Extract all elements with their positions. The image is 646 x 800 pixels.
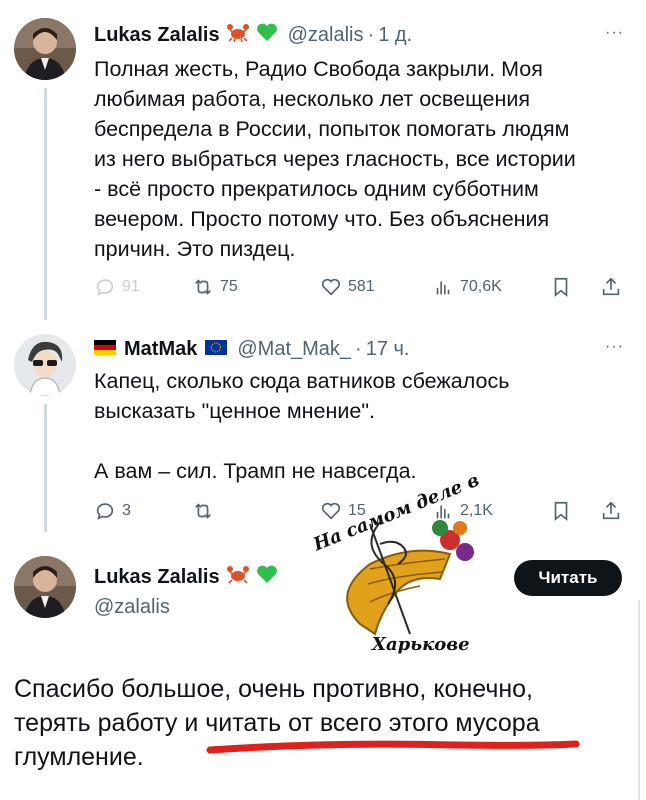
reply-icon bbox=[96, 279, 114, 296]
more-options-icon[interactable]: ··· bbox=[605, 24, 624, 42]
like-count: 581 bbox=[348, 278, 375, 295]
bookmark-icon bbox=[554, 277, 568, 298]
germany-flag-icon bbox=[94, 338, 116, 361]
views-button[interactable]: 70,6K bbox=[432, 272, 502, 302]
watermark-logo: На самом деле в Харькове bbox=[300, 470, 490, 674]
retweet-count: 75 bbox=[220, 278, 238, 295]
bookmark-button[interactable] bbox=[550, 272, 578, 302]
timestamp[interactable]: 1 д. bbox=[378, 24, 412, 47]
tweet-text: Капец, сколько сюда ватников сбежалось в… bbox=[94, 369, 510, 483]
separator: · bbox=[355, 337, 362, 360]
handle[interactable]: @zalalis bbox=[288, 24, 364, 47]
tweet-header: Lukas Zalalis bbox=[94, 562, 278, 592]
share-button[interactable] bbox=[600, 496, 628, 526]
red-underline-annotation bbox=[206, 740, 580, 754]
views-icon bbox=[436, 281, 450, 295]
scrollbar-track[interactable] bbox=[638, 600, 640, 800]
retweet-button[interactable]: 75 bbox=[192, 272, 238, 302]
thread-line bbox=[44, 88, 47, 320]
views-count: 70,6K bbox=[460, 278, 502, 295]
eu-flag-icon bbox=[205, 338, 228, 361]
bookmark-icon bbox=[554, 501, 568, 522]
crab-icon bbox=[226, 564, 250, 590]
more-options-icon[interactable]: ··· bbox=[605, 338, 624, 356]
separator: · bbox=[367, 23, 375, 46]
thread-line bbox=[44, 404, 47, 532]
display-name[interactable]: Lukas Zalalis bbox=[94, 24, 220, 47]
tweet-text: Полная жесть, Радио Свобода закрыли. Моя… bbox=[94, 57, 576, 261]
avatar[interactable] bbox=[14, 556, 76, 618]
tweet-1[interactable]: Lukas Zalalis @zalalis · 1 д. ··· Полная… bbox=[0, 18, 646, 320]
green-heart-icon bbox=[256, 22, 278, 48]
heart-icon bbox=[321, 278, 341, 296]
retweet-icon bbox=[195, 279, 211, 295]
reply-count: 3 bbox=[122, 502, 131, 519]
avatar[interactable] bbox=[14, 334, 76, 396]
follow-button[interactable]: Читать bbox=[514, 560, 622, 596]
handle[interactable]: @Mat_Mak_ bbox=[237, 338, 351, 361]
retweet-button[interactable] bbox=[192, 496, 220, 526]
green-heart-icon bbox=[256, 564, 278, 590]
tweet-actions: 91 75 581 70,6K bbox=[94, 272, 624, 302]
share-button[interactable] bbox=[600, 272, 628, 302]
timestamp[interactable]: 17 ч. bbox=[366, 338, 410, 361]
crab-icon bbox=[226, 22, 250, 48]
display-name[interactable]: MatMak bbox=[124, 338, 197, 361]
share-icon bbox=[602, 501, 620, 520]
reply-icon bbox=[96, 503, 114, 520]
reply-count: 91 bbox=[122, 278, 140, 295]
display-name[interactable]: Lukas Zalalis bbox=[94, 566, 220, 589]
retweet-icon bbox=[195, 503, 211, 519]
reply-button[interactable]: 91 bbox=[94, 272, 140, 302]
reply-button[interactable]: 3 bbox=[94, 496, 131, 526]
share-icon bbox=[602, 277, 620, 296]
avatar[interactable] bbox=[14, 18, 76, 80]
handle[interactable]: @zalalis bbox=[94, 596, 170, 619]
bookmark-button[interactable] bbox=[550, 496, 578, 526]
watermark-line2: Харькове bbox=[372, 634, 470, 655]
tweet-header: Lukas Zalalis @zalalis · 1 д. bbox=[94, 20, 412, 50]
like-button[interactable]: 581 bbox=[320, 272, 375, 302]
main-tweet-text: Спасибо большое, очень противно, конечно… bbox=[14, 675, 540, 771]
tweet-header: MatMak @Mat_Mak_ · 17 ч. bbox=[94, 334, 409, 364]
